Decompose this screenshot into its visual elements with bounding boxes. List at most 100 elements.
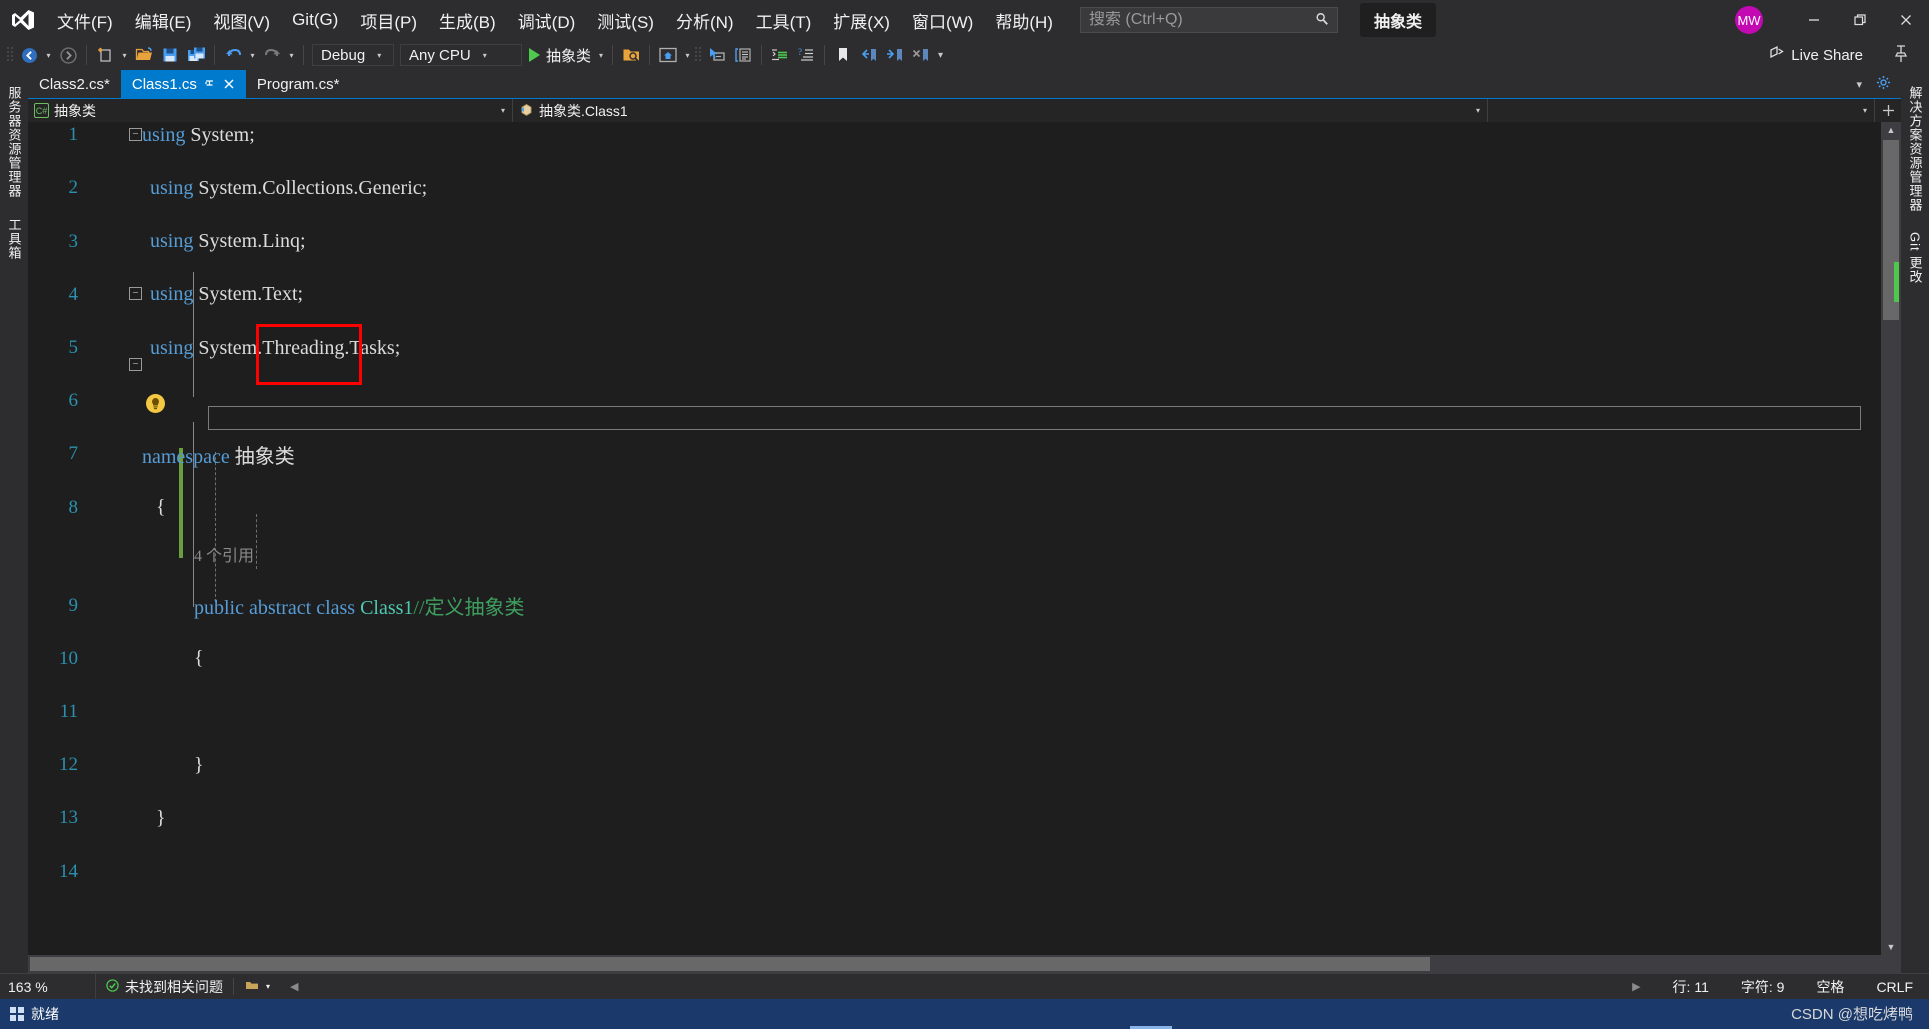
source-control-status[interactable]: ▾ xyxy=(234,974,280,1000)
chevron-down-icon[interactable]: ▾ xyxy=(1856,78,1862,91)
class-icon xyxy=(519,103,534,118)
redo-button[interactable] xyxy=(260,43,284,67)
start-debugging-button[interactable]: 抽象类 ▾ xyxy=(525,43,607,67)
undo-dropdown[interactable]: ▾ xyxy=(246,43,259,67)
gear-icon[interactable] xyxy=(1876,75,1891,94)
scroll-down-icon[interactable]: ▼ xyxy=(1881,939,1901,955)
live-preview-dropdown[interactable]: ▾ xyxy=(681,43,694,67)
next-bookmark-button[interactable] xyxy=(883,43,907,67)
search-input[interactable] xyxy=(1088,11,1315,29)
editor-vertical-scrollbar[interactable]: ▲ ▼ xyxy=(1881,122,1901,955)
select-element-button[interactable] xyxy=(705,43,729,67)
navigate-backward-dropdown[interactable]: ▾ xyxy=(42,43,55,67)
line-ending-indicator[interactable]: CRLF xyxy=(1860,974,1929,1000)
menu-window[interactable]: 窗口(W) xyxy=(901,0,984,40)
new-project-dropdown[interactable]: ▾ xyxy=(118,43,131,67)
menu-file[interactable]: 文件(F) xyxy=(46,0,124,40)
undo-button[interactable] xyxy=(221,43,245,67)
document-tab-class1[interactable]: Class1.cs xyxy=(120,70,246,98)
navbar-project-combo[interactable]: C# 抽象类 ▾ xyxy=(28,99,513,122)
codelens-references[interactable]: 4 个引用 xyxy=(28,541,1881,568)
code-line-11: 11 xyxy=(28,699,1881,726)
live-share-button[interactable]: Live Share xyxy=(1768,40,1863,70)
line-number: 8 xyxy=(68,496,79,518)
document-tab-program[interactable]: Program.cs* xyxy=(245,70,351,98)
play-icon xyxy=(529,48,540,62)
sidebar-item-git-changes[interactable]: Git 更改 xyxy=(1901,224,1929,292)
codelens-label: 4 个引用 xyxy=(194,548,255,566)
clear-bookmarks-button[interactable] xyxy=(909,43,933,67)
sidebar-item-server-explorer[interactable]: 服务器资源管理器 xyxy=(0,78,29,206)
solution-name-chip[interactable]: 抽象类 xyxy=(1359,3,1436,37)
caret-line-indicator[interactable]: 行: 11 xyxy=(1657,974,1725,1000)
save-all-button[interactable] xyxy=(184,43,208,67)
comment-lines-button[interactable] xyxy=(768,43,792,67)
solution-platform-combo[interactable]: Any CPU ▾ xyxy=(400,44,522,66)
sidebar-item-solution-explorer[interactable]: 解决方案资源管理器 xyxy=(1901,78,1929,220)
scroll-right-button[interactable]: ▶ xyxy=(1616,974,1656,1000)
uncomment-lines-button[interactable]: ? xyxy=(794,43,818,67)
previous-bookmark-button[interactable] xyxy=(857,43,881,67)
menu-tools[interactable]: 工具(T) xyxy=(745,0,823,40)
close-icon[interactable] xyxy=(223,77,235,93)
menu-help[interactable]: 帮助(H) xyxy=(984,0,1064,40)
hierarchy-button[interactable] xyxy=(731,43,755,67)
code-token-comment: //定义抽象类 xyxy=(413,597,525,620)
document-tab-class2[interactable]: Class2.cs* xyxy=(28,70,121,98)
close-button[interactable] xyxy=(1883,0,1929,40)
save-button[interactable] xyxy=(158,43,182,67)
line-number: 3 xyxy=(68,230,79,252)
line-number: 12 xyxy=(59,754,78,776)
menu-analyze[interactable]: 分析(N) xyxy=(665,0,745,40)
pin-toolbar-icon[interactable] xyxy=(1891,44,1909,69)
toolbar-grip[interactable] xyxy=(694,45,704,65)
zoom-level-control[interactable]: 163 % xyxy=(0,973,96,1000)
checkmark-icon xyxy=(106,978,119,995)
zoom-level-value: 163 % xyxy=(8,978,48,995)
toolbar-grip[interactable] xyxy=(6,45,16,65)
fold-toggle-line9[interactable]: − xyxy=(129,358,142,371)
minimize-button[interactable] xyxy=(1791,0,1837,40)
quick-launch-search[interactable] xyxy=(1079,7,1338,33)
navigate-forward-button[interactable] xyxy=(56,43,80,67)
scroll-up-icon[interactable]: ▲ xyxy=(1881,122,1901,138)
editor-horizontal-scrollbar[interactable] xyxy=(28,955,1901,973)
code-token-classname: Class1 xyxy=(360,597,414,620)
solution-configuration-combo[interactable]: Debug ▾ xyxy=(312,44,394,66)
toggle-bookmark-button[interactable] xyxy=(831,43,855,67)
caret-column-indicator[interactable]: 字符: 9 xyxy=(1725,974,1801,1000)
start-button[interactable]: 就绪 xyxy=(0,1004,59,1024)
redo-dropdown[interactable]: ▾ xyxy=(285,43,298,67)
fold-toggle-line7[interactable]: − xyxy=(129,287,142,300)
visual-studio-window: 文件(F) 编辑(E) 视图(V) Git(G) 项目(P) 生成(B) 调试(… xyxy=(0,0,1929,1029)
pin-icon[interactable] xyxy=(204,77,216,92)
restore-button[interactable] xyxy=(1837,0,1883,40)
menu-edit[interactable]: 编辑(E) xyxy=(124,0,203,40)
new-project-button[interactable] xyxy=(93,43,117,67)
sidebar-item-toolbox[interactable]: 工具箱 xyxy=(0,210,29,268)
code-line-10: 10 { xyxy=(28,646,1881,673)
scroll-left-button[interactable]: ◀ xyxy=(280,974,308,1000)
menu-build[interactable]: 生成(B) xyxy=(428,0,507,40)
search-solution-button[interactable] xyxy=(619,43,643,67)
navbar-member-combo[interactable]: ▾ xyxy=(1488,99,1875,122)
avatar[interactable]: MW xyxy=(1735,6,1763,34)
menu-test[interactable]: 测试(S) xyxy=(586,0,665,40)
menu-project[interactable]: 项目(P) xyxy=(349,0,428,40)
menu-debug[interactable]: 调试(D) xyxy=(507,0,587,40)
open-file-button[interactable] xyxy=(132,43,156,67)
navbar-type-combo[interactable]: 抽象类.Class1 ▾ xyxy=(513,99,1488,122)
menu-git[interactable]: Git(G) xyxy=(281,0,349,40)
navigate-backward-button[interactable] xyxy=(17,43,41,67)
indentation-indicator[interactable]: 空格 xyxy=(1800,974,1860,1000)
issues-status[interactable]: 未找到相关问题 xyxy=(96,974,233,1000)
menu-view[interactable]: 视图(V) xyxy=(202,0,281,40)
live-preview-button[interactable] xyxy=(656,43,680,67)
menu-extensions[interactable]: 扩展(X) xyxy=(822,0,901,40)
fold-toggle-line1[interactable]: − xyxy=(129,128,142,141)
navbar-expand-button[interactable] xyxy=(1875,99,1901,122)
hscroll-thumb[interactable] xyxy=(30,957,1430,971)
toolbar-overflow-button[interactable]: ▾ xyxy=(934,43,947,67)
code-text-area[interactable]: 1 using System; − 2 using System.Collect… xyxy=(28,122,1881,955)
lightbulb-icon[interactable] xyxy=(146,394,165,413)
